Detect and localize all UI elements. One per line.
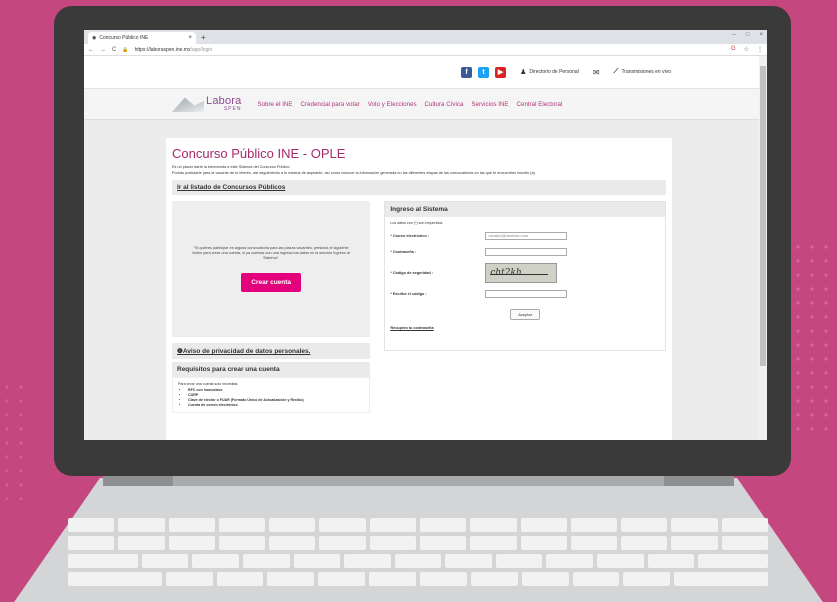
password-label: * Contraseña :: [390, 250, 417, 254]
nav-cultura-civica[interactable]: Cultura Cívica: [425, 101, 464, 108]
nav-sobre-ine[interactable]: Sobre el INE: [257, 101, 292, 108]
back-icon[interactable]: ←: [88, 47, 94, 53]
menu-icon[interactable]: ⋮: [757, 46, 763, 53]
bookmark-star-icon[interactable]: ☆: [744, 46, 749, 53]
tab-concurso[interactable]: ◉ Concurso Público INE ×: [88, 32, 196, 44]
nav-central-electoral[interactable]: Central Electoral: [517, 101, 563, 108]
logo-text: Labora SPEN: [206, 96, 241, 112]
intro-line-2: Podrás postularte para la vacante de tu …: [172, 170, 536, 175]
mail-icon: ✉: [592, 67, 600, 77]
live-label: Transmisiones en vivo: [621, 69, 671, 75]
mail-link[interactable]: ✉: [593, 68, 600, 77]
required-note: Los datos con (*) son requeridos.: [390, 221, 660, 225]
new-tab-button[interactable]: +: [201, 32, 206, 44]
lock-icon: 🔒: [122, 46, 129, 53]
person-icon: ♟: [520, 69, 527, 76]
rss-icon: ⟋: [613, 68, 619, 75]
twitter-icon[interactable]: t: [478, 66, 490, 78]
google-extension-icon[interactable]: G: [731, 46, 736, 53]
background-dots: [0, 380, 30, 500]
accept-button[interactable]: Aceptar: [510, 309, 541, 320]
password-field[interactable]: [485, 248, 568, 256]
code-label: * Escribe el código :: [390, 292, 427, 296]
window-controls: – □ ×: [733, 32, 763, 38]
top-utility-bar: f t ▶ ♟ Directorio de Personal ✉ ⟋ Trans…: [84, 56, 759, 88]
page-title: Concurso Público INE - OPLE: [172, 146, 346, 161]
left-column: "Si quieres participar en alguna convoca…: [172, 201, 371, 413]
requirements-title: Requisitos para crear una cuenta: [172, 362, 371, 377]
create-account-panel: "Si quieres participar en alguna convoca…: [172, 201, 371, 337]
reload-icon[interactable]: C: [112, 47, 116, 53]
scrollbar-thumb[interactable]: [760, 66, 766, 366]
facebook-icon[interactable]: f: [461, 66, 473, 78]
required-note-pre: Los datos con (: [390, 221, 415, 225]
directory-link[interactable]: ♟ Directorio de Personal: [520, 68, 579, 76]
laptop-hinge: [103, 476, 734, 486]
privacy-label: Aviso de privacidad de datos personales.: [182, 348, 311, 355]
forward-icon[interactable]: →: [100, 47, 106, 53]
directory-label: Directorio de Personal: [529, 69, 579, 75]
list-item: Cuenta de correo electrónico: [188, 403, 364, 408]
nav-voto-elecciones[interactable]: Voto y Elecciones: [368, 101, 417, 108]
email-label: * Correo electrónico :: [390, 234, 429, 238]
captcha-input[interactable]: [485, 290, 568, 298]
keyboard: [67, 518, 769, 590]
login-panel: Ingreso al Sistema Los datos con (*) son…: [384, 201, 666, 351]
tab-title: Concurso Público INE: [99, 35, 149, 41]
login-title: Ingreso al Sistema: [385, 202, 665, 217]
main-nav: Labora SPEN Sobre el INE Credencial para…: [84, 88, 759, 120]
close-window-button[interactable]: ×: [759, 32, 763, 38]
recover-password-link[interactable]: Recupera tu contraseña: [390, 326, 660, 330]
labora-logo[interactable]: Labora SPEN: [172, 96, 241, 112]
create-account-button[interactable]: Crear cuenta: [241, 273, 302, 292]
address-bar: ← → C 🔒 https://laboraspen.ine.mx/app/lo…: [84, 44, 767, 56]
create-account-text: "Si quieres participar en alguna convoca…: [192, 246, 350, 260]
captcha-image: cht2kh: [485, 263, 558, 283]
maximize-button[interactable]: □: [746, 32, 750, 38]
required-note-post: ) son requeridos.: [416, 221, 444, 225]
live-link[interactable]: ⟋ Transmisiones en vivo: [614, 68, 671, 76]
nav-servicios-ine[interactable]: Servicios INE: [471, 101, 508, 108]
requirements-body: Para crear una cuenta solo necesitas: RF…: [172, 377, 371, 413]
globe-icon: ◉: [92, 35, 97, 41]
tab-bar: ◉ Concurso Público INE × + – □ ×: [84, 30, 767, 44]
listing-link[interactable]: Ir al listado de Concursos Públicos: [172, 180, 666, 195]
url-path: /app/login: [190, 46, 213, 53]
page-scrollbar[interactable]: [759, 56, 767, 440]
nav-credencial[interactable]: Credencial para votar: [301, 101, 360, 108]
youtube-icon[interactable]: ▶: [495, 66, 507, 78]
logo-wave-icon: [172, 97, 204, 112]
privacy-link[interactable]: ❶Aviso de privacidad de datos personales…: [172, 343, 371, 359]
close-tab-icon[interactable]: ×: [188, 35, 192, 41]
main-content: Concurso Público INE - OPLE Es un placer…: [166, 138, 672, 440]
security-code-label: * Código de seguridad :: [390, 271, 433, 275]
logo-line2: SPEN: [223, 106, 242, 112]
email-field[interactable]: usuario@dominio.com: [485, 232, 568, 240]
browser-window: ◉ Concurso Público INE × + – □ × ← → C 🔒…: [84, 30, 767, 440]
url-field[interactable]: https://laboraspen.ine.mx/app/login: [135, 47, 213, 53]
minimize-button[interactable]: –: [733, 32, 736, 38]
requirements-list: RFC con homoclave CURP Clave de elector …: [178, 388, 364, 408]
url-host: https://laboraspen.ine.mx: [134, 46, 191, 53]
